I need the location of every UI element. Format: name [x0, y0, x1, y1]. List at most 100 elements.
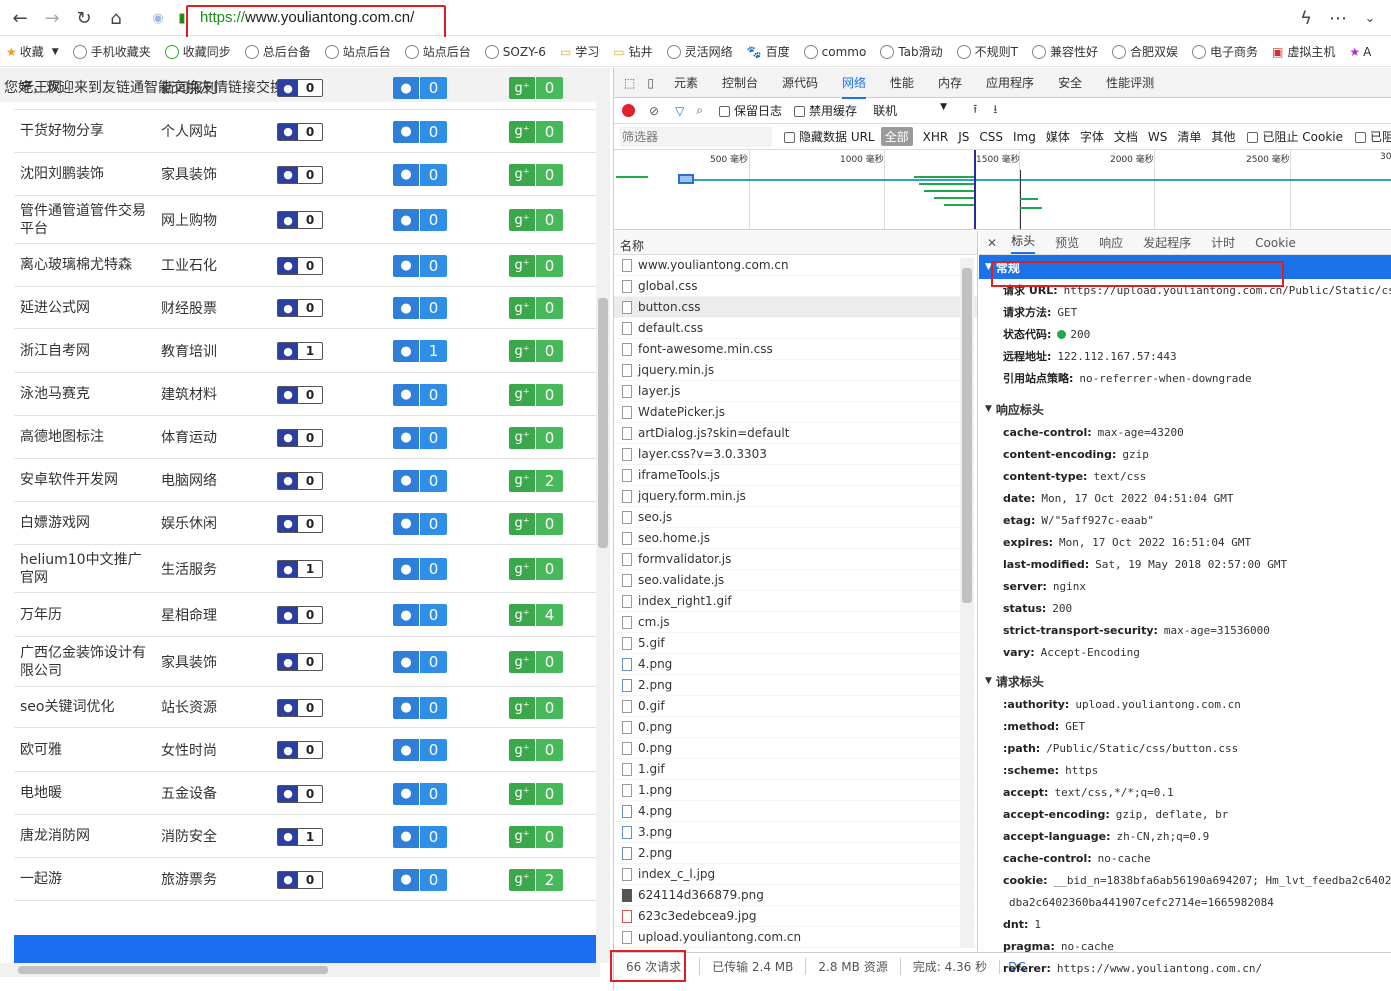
filter-css[interactable]: CSS	[979, 130, 1003, 144]
home-icon[interactable]: ⌂	[104, 6, 128, 30]
site-name[interactable]: 白嫖游戏网	[14, 514, 154, 532]
request-row[interactable]: seo.validate.js	[614, 570, 977, 591]
upload-icon[interactable]: ⭱	[973, 100, 977, 121]
mobile-weight-badge[interactable]: ● 0	[393, 426, 447, 449]
bookmark-item[interactable]: 🐾 百度	[747, 43, 790, 60]
site-name[interactable]: 广西亿金装饰设计有限公司	[14, 644, 154, 680]
baidu-weight-badge[interactable]: ● 0	[277, 165, 323, 184]
request-row[interactable]: WdatePicker.js	[614, 402, 977, 423]
mobile-weight-badge[interactable]: ● 0	[393, 209, 447, 231]
filter-media[interactable]: 媒体	[1046, 128, 1070, 145]
google-pr-badge[interactable]: g⁺ 0	[509, 77, 563, 99]
baidu-weight-badge[interactable]: ● 0	[277, 784, 323, 803]
request-row[interactable]: cm.js	[614, 612, 977, 633]
request-row[interactable]: index_c_l.jpg	[614, 864, 977, 885]
mobile-weight-badge[interactable]: ● 0	[393, 254, 447, 277]
request-row[interactable]: global.css	[614, 276, 977, 297]
mobile-weight-badge[interactable]: ● 1	[393, 340, 447, 362]
download-icon[interactable]: ⭳	[993, 100, 997, 121]
site-name[interactable]: 泳池马赛克	[14, 385, 154, 403]
tab-lighthouse[interactable]: 性能评测	[1106, 74, 1154, 91]
page-hscroll-thumb[interactable]	[18, 966, 328, 974]
baidu-weight-badge[interactable]: ● 0	[277, 870, 323, 889]
request-row[interactable]: iframeTools.js	[614, 465, 977, 486]
hide-data-url-checkbox[interactable]: 隐藏数据 URL	[784, 128, 875, 145]
google-pr-badge[interactable]: g⁺ 0	[509, 825, 563, 848]
tab-network[interactable]: 网络	[842, 74, 867, 99]
google-pr-badge[interactable]: g⁺ 4	[509, 604, 563, 626]
site-name[interactable]: 沈阳刘鹏装饰	[14, 165, 154, 183]
request-row[interactable]: www.youliantong.com.cn	[614, 255, 977, 276]
throttle-select[interactable]: 联机 ▼	[873, 102, 947, 119]
request-row[interactable]: 3.png	[614, 822, 977, 843]
mobile-weight-badge[interactable]: ● 0	[393, 558, 447, 580]
reload-icon[interactable]: ↻	[72, 6, 96, 30]
baidu-weight-badge[interactable]: ● 0	[277, 471, 323, 490]
filter-ws[interactable]: WS	[1148, 130, 1167, 144]
site-name[interactable]: 安卓软件开发网	[14, 471, 154, 489]
filter-js[interactable]: JS	[958, 130, 969, 144]
mobile-weight-badge[interactable]: ● 0	[393, 868, 447, 891]
request-row[interactable]: 1.png	[614, 780, 977, 801]
tab-timing[interactable]: 计时	[1211, 234, 1235, 251]
close-icon[interactable]: ✕	[987, 236, 997, 250]
search-icon[interactable]: ⌕	[696, 103, 703, 118]
filter-all[interactable]: 全部	[880, 127, 913, 146]
tab-sources[interactable]: 源代码	[782, 74, 818, 91]
filter-input[interactable]	[620, 126, 772, 147]
baidu-weight-badge[interactable]: ● 0	[277, 653, 323, 671]
baidu-weight-badge[interactable]: ● 0	[277, 122, 323, 141]
site-name[interactable]: 管件通管道管件交易平台	[14, 202, 154, 238]
baidu-weight-badge[interactable]: ● 0	[277, 514, 323, 533]
mobile-weight-badge[interactable]: ● 0	[393, 825, 447, 848]
more-icon[interactable]: ⋯	[1326, 6, 1350, 30]
disable-cache-checkbox[interactable]: 禁用缓存	[794, 102, 857, 119]
mobile-weight-badge[interactable]: ● 0	[393, 782, 447, 805]
bookmark-item[interactable]: Tab滑动	[880, 43, 943, 60]
google-pr-badge[interactable]: g⁺ 0	[509, 297, 563, 319]
bookmark-item[interactable]: 电子商务	[1192, 43, 1258, 60]
google-pr-badge[interactable]: g⁺ 0	[509, 512, 563, 535]
preserve-log-checkbox[interactable]: 保留日志	[719, 102, 782, 119]
request-row[interactable]: font-awesome.min.css	[614, 339, 977, 360]
site-name[interactable]: 电地暖	[14, 784, 154, 802]
baidu-weight-badge[interactable]: ● 1	[277, 560, 323, 578]
mobile-weight-badge[interactable]: ● 0	[393, 739, 447, 761]
google-pr-badge[interactable]: g⁺ 0	[509, 739, 563, 761]
bookmark-item[interactable]: 合肥双娱	[1112, 43, 1178, 60]
bookmark-item[interactable]: ▭ 学习	[560, 43, 599, 60]
google-pr-badge[interactable]: g⁺ 0	[509, 651, 563, 673]
lightning-icon[interactable]: ϟ	[1294, 6, 1318, 30]
tab-response[interactable]: 响应	[1099, 234, 1123, 251]
request-row[interactable]: jquery.min.js	[614, 360, 977, 381]
inspect-icon[interactable]: ⬚	[624, 76, 635, 90]
google-pr-badge[interactable]: g⁺ 0	[509, 209, 563, 231]
request-row[interactable]: 1.gif	[614, 759, 977, 780]
filter-doc[interactable]: 文档	[1114, 128, 1138, 145]
request-row[interactable]: index_right1.gif	[614, 591, 977, 612]
request-row[interactable]: upload.youliantong.com.cn	[614, 927, 977, 948]
request-row[interactable]: button.css	[614, 297, 977, 318]
mobile-weight-badge[interactable]: ● 0	[393, 604, 447, 626]
request-row[interactable]: 4.png	[614, 654, 977, 675]
blocked-checkbox[interactable]: 已阻	[1354, 128, 1391, 145]
tab-initiator[interactable]: 发起程序	[1143, 234, 1191, 251]
request-row[interactable]: seo.js	[614, 507, 977, 528]
tab-headers[interactable]: 标头	[1011, 232, 1036, 254]
request-row[interactable]: 0.png	[614, 717, 977, 738]
baidu-weight-badge[interactable]: ● 0	[277, 211, 323, 229]
request-row[interactable]: 623c3edebcea9.jpg	[614, 906, 977, 927]
filter-other[interactable]: 其他	[1211, 128, 1235, 145]
record-icon[interactable]	[622, 104, 635, 117]
page-scroll-thumb[interactable]	[598, 298, 608, 548]
filter-manifest[interactable]: 清单	[1177, 128, 1201, 145]
bookmark-item[interactable]: commo	[803, 44, 866, 59]
google-pr-badge[interactable]: g⁺ 0	[509, 383, 563, 406]
site-name[interactable]: 唐龙消防网	[14, 827, 154, 845]
response-headers-header[interactable]: ▼ 响应标头	[979, 397, 1391, 421]
back-icon[interactable]: ←	[8, 6, 32, 30]
tab-security[interactable]: 安全	[1058, 74, 1082, 91]
baidu-weight-badge[interactable]: ● 0	[277, 299, 323, 317]
mobile-weight-badge[interactable]: ● 0	[393, 383, 447, 406]
site-name[interactable]: 干货好物分享	[14, 122, 154, 140]
